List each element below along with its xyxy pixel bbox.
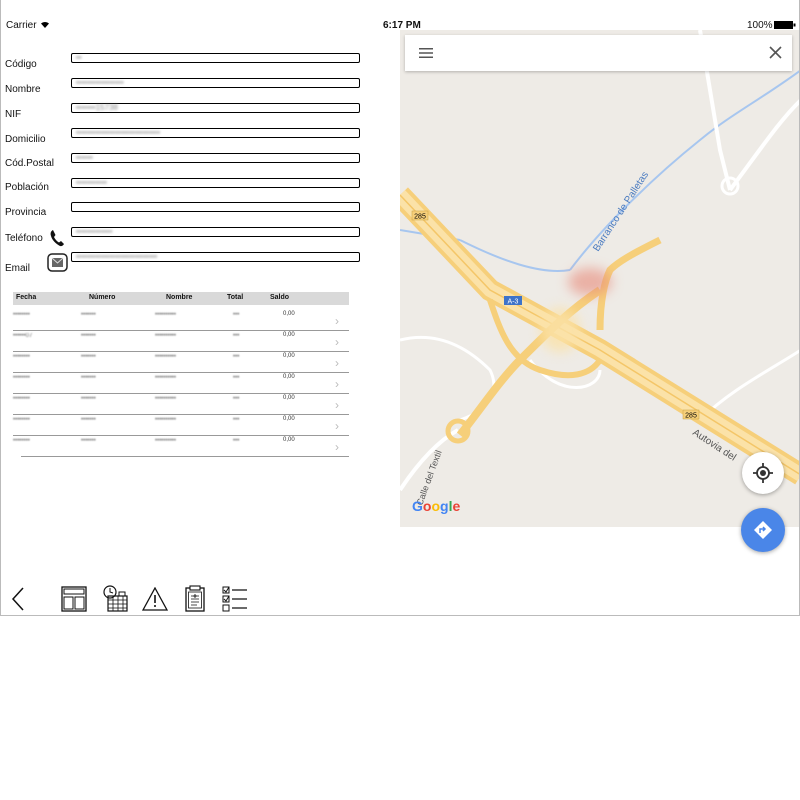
- google-logo: Google: [412, 498, 461, 514]
- clipboard-icon[interactable]: [185, 585, 205, 612]
- field-input-email[interactable]: •••••••••••••••••••••••••••••: [71, 252, 360, 262]
- col-total: Total: [227, 294, 244, 301]
- table-row[interactable]: •••••••• ••••••• •••••••••• ••• 0,00 ›: [13, 352, 349, 373]
- row-saldo: 0,00: [283, 416, 295, 422]
- field-label-codigo: Código: [5, 59, 37, 70]
- row-saldo: 0,00: [283, 353, 295, 359]
- chevron-right-icon: ›: [335, 335, 339, 349]
- close-icon[interactable]: [769, 46, 782, 59]
- map-search-bar[interactable]: [405, 35, 792, 71]
- field-label-poblacion: Población: [5, 182, 49, 193]
- field-input-nombre[interactable]: •••••••••••••••••: [71, 78, 360, 88]
- shield-285-bottom: 285: [685, 413, 697, 420]
- field-input-codigo[interactable]: ••: [71, 53, 360, 63]
- field-input-poblacion[interactable]: •••••••••••: [71, 178, 360, 188]
- row-saldo: 0,00: [283, 374, 295, 380]
- map-view[interactable]: 285 A-3 285 Barranco de Palletas Autovia…: [400, 30, 799, 527]
- table-row[interactable]: •••••••• ••••••• •••••••••• ••• 0,00 ›: [13, 373, 349, 394]
- grid-header: Fecha Número Nombre Total Saldo: [13, 292, 349, 305]
- row-saldo: 0,00: [283, 437, 295, 443]
- field-input-domicilio[interactable]: ••••••••••••••••••••••••••••••: [71, 128, 360, 138]
- chevron-right-icon: ›: [335, 440, 339, 454]
- shield-285-top: 285: [414, 214, 426, 221]
- row-saldo: 0,00: [283, 311, 295, 317]
- table-row[interactable]: •••••••• ••••••• •••••••••• ••• 0,00 ›: [13, 394, 349, 415]
- chevron-right-icon: ›: [335, 314, 339, 328]
- field-input-nif[interactable]: •••••••15738: [71, 103, 360, 113]
- chevron-right-icon: ›: [335, 419, 339, 433]
- directions-icon: [754, 521, 772, 539]
- checklist-icon[interactable]: [222, 586, 248, 612]
- carrier-label: Carrier: [6, 20, 37, 31]
- field-input-provincia[interactable]: [71, 202, 360, 212]
- crosshair-icon: [753, 463, 773, 483]
- menu-icon[interactable]: [419, 47, 433, 59]
- calendar-clock-icon[interactable]: [102, 585, 128, 612]
- map-roads: 285 A-3 285 Barranco de Palletas Autovia…: [400, 30, 799, 507]
- field-label-telefono: Teléfono: [5, 233, 43, 244]
- field-input-codpostal[interactable]: ••••••: [71, 153, 360, 163]
- table-row[interactable]: ••••••07 ••••••• •••••••••• ••• 0,00 ›: [13, 331, 349, 352]
- status-bar: Carrier 6:17 PM 100%: [1, 0, 799, 31]
- col-nombre: Nombre: [166, 294, 193, 301]
- email-icon[interactable]: [47, 253, 68, 272]
- row-divider: [21, 456, 349, 457]
- col-saldo: Saldo: [270, 294, 290, 301]
- directions-button[interactable]: [741, 508, 785, 552]
- chevron-right-icon: ›: [335, 398, 339, 412]
- app-window: Carrier 6:17 PM 100% Código •• Nombre ••…: [0, 0, 800, 616]
- table-row[interactable]: •••••••• ••••••• •••••••••• ••• 0,00 ›: [13, 415, 349, 436]
- field-label-email: Email: [5, 263, 31, 274]
- col-numero: Número: [89, 294, 116, 301]
- field-label-domicilio: Domicilio: [5, 134, 46, 145]
- field-label-nif: NIF: [5, 109, 22, 120]
- wifi-icon: [41, 21, 49, 28]
- col-fecha: Fecha: [16, 294, 37, 301]
- dashboard-icon[interactable]: [61, 586, 87, 612]
- shield-a3: A-3: [508, 299, 519, 306]
- chevron-right-icon: ›: [335, 356, 339, 370]
- chevron-right-icon: ›: [335, 377, 339, 391]
- row-saldo: 0,00: [283, 395, 295, 401]
- phone-icon[interactable]: [49, 229, 65, 247]
- label-barranco: Barranco de Palletas: [591, 170, 651, 254]
- battery-icon: [774, 21, 796, 29]
- field-label-provincia: Provincia: [5, 207, 47, 218]
- warning-icon[interactable]: [142, 587, 168, 611]
- table-row[interactable]: •••••••• ••••••• •••••••••• ••• 0,00 ›: [13, 436, 349, 457]
- field-input-telefono[interactable]: •••••••••••••: [71, 227, 360, 237]
- back-icon[interactable]: [11, 587, 25, 611]
- table-row[interactable]: •••••••• ••••••• •••••••••• ••• 0,00 ›: [13, 310, 349, 331]
- field-label-codpostal: Cód.Postal: [5, 158, 54, 169]
- field-label-nombre: Nombre: [5, 84, 41, 95]
- my-location-button[interactable]: [742, 452, 784, 494]
- row-saldo: 0,00: [283, 332, 295, 338]
